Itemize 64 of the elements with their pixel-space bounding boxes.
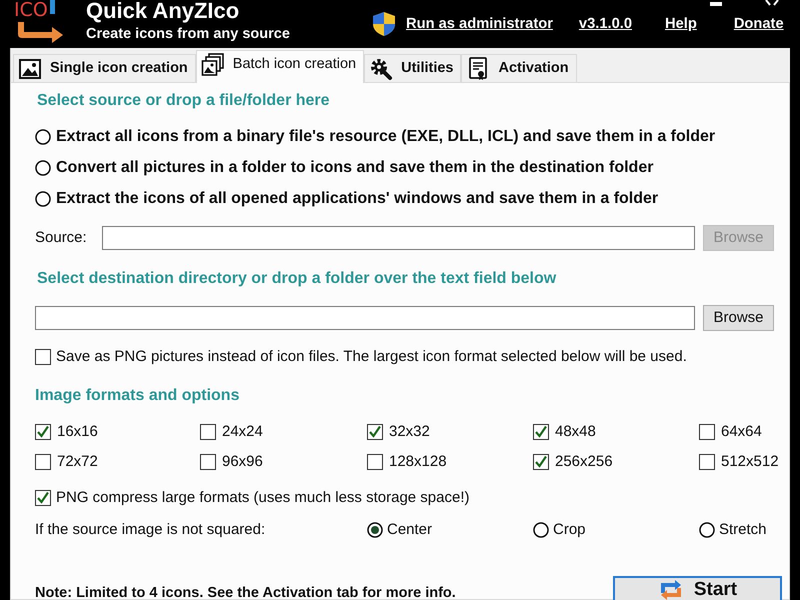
checkbox-label: 512x512	[721, 452, 779, 472]
tab[interactable]: Batch icon creation	[196, 50, 364, 83]
minimize-icon[interactable]	[710, 0, 722, 7]
picture-icon	[18, 56, 42, 80]
checkbox-label: 96x96	[222, 452, 263, 472]
radio-button[interactable]	[35, 190, 51, 206]
checkbox[interactable]	[35, 349, 51, 365]
destination-field[interactable]	[35, 306, 695, 330]
tab[interactable]: Utilities	[364, 54, 462, 82]
logo-bar-icon	[50, 0, 55, 14]
browse-button[interactable]: Browse	[703, 305, 774, 331]
note-text: Note: Limited to 4 icons. See the Activation tab for more info.	[35, 584, 456, 600]
checkbox[interactable]	[367, 424, 383, 440]
checkbox-label: 64x64	[721, 422, 762, 442]
checkbox-label: 32x32	[389, 422, 430, 442]
checkbox-label: 256x256	[555, 452, 613, 472]
field-label: Source:	[35, 228, 88, 248]
gear-wrench-icon	[369, 56, 394, 80]
option-label: Convert all pictures in a folder to icons and save them in the destination folder	[56, 158, 654, 178]
checkbox-label: 24x24	[222, 422, 263, 442]
checkbox[interactable]	[699, 424, 715, 440]
radio-button[interactable]	[533, 522, 549, 538]
tab[interactable]: Single icon creation	[13, 54, 196, 82]
option-label: If the source image is not squared:	[35, 520, 266, 540]
tab[interactable]: Activation	[461, 54, 577, 82]
checkbox-label: Save as PNG pictures instead of icon files. The largest icon format selected below will be used.	[56, 346, 687, 367]
checkbox[interactable]	[35, 424, 51, 440]
radio-button[interactable]	[367, 522, 383, 538]
checkbox[interactable]	[200, 424, 216, 440]
logo-text: ICO	[14, 0, 48, 20]
section-heading: Select destination directory or drop a folder over the text field below	[37, 269, 558, 289]
checkbox[interactable]	[35, 490, 51, 506]
option-label: Center	[387, 520, 432, 540]
source-field[interactable]	[102, 226, 695, 250]
shield-icon	[372, 11, 396, 37]
checkbox-label: 128x128	[389, 452, 447, 472]
radio-button[interactable]	[699, 522, 715, 538]
header-link[interactable]: Help	[665, 12, 697, 36]
header-link[interactable]: Donate	[734, 12, 784, 36]
start-button[interactable]: Start	[613, 576, 782, 600]
option-label: Stretch	[719, 520, 767, 540]
section-heading: Select source or drop a file/folder here	[37, 91, 331, 111]
option-label: Crop	[553, 520, 586, 540]
checkbox-label: 48x48	[555, 422, 596, 442]
checkbox-label: 72x72	[57, 452, 98, 472]
checkbox[interactable]	[35, 454, 51, 470]
header-link[interactable]: v3.1.0.0	[578, 12, 632, 36]
header-link[interactable]: Run as administrator	[406, 12, 553, 36]
option-label: Extract the icons of all opened applications' windows and save them in a folder	[56, 188, 658, 208]
radio-button[interactable]	[35, 160, 51, 176]
checkbox[interactable]	[699, 454, 715, 470]
close-icon[interactable]	[764, 0, 780, 7]
checkbox[interactable]	[533, 454, 549, 470]
section-heading: Image formats and options	[35, 386, 240, 406]
checkbox[interactable]	[200, 454, 216, 470]
checkbox[interactable]	[533, 424, 549, 440]
option-label: Extract all icons from a binary file's resource (EXE, DLL, ICL) and save them in a folder	[56, 126, 716, 146]
checkbox-label: 16x16	[57, 422, 98, 442]
pictures-icon	[200, 53, 225, 77]
checkbox[interactable]	[367, 454, 383, 470]
app-subtitle: Create icons from any source	[86, 25, 291, 43]
radio-button[interactable]	[35, 128, 51, 144]
app-title: Quick AnyZIco	[86, 0, 240, 22]
checkbox-label: PNG compress large formats (uses much less storage space!)	[56, 488, 470, 508]
